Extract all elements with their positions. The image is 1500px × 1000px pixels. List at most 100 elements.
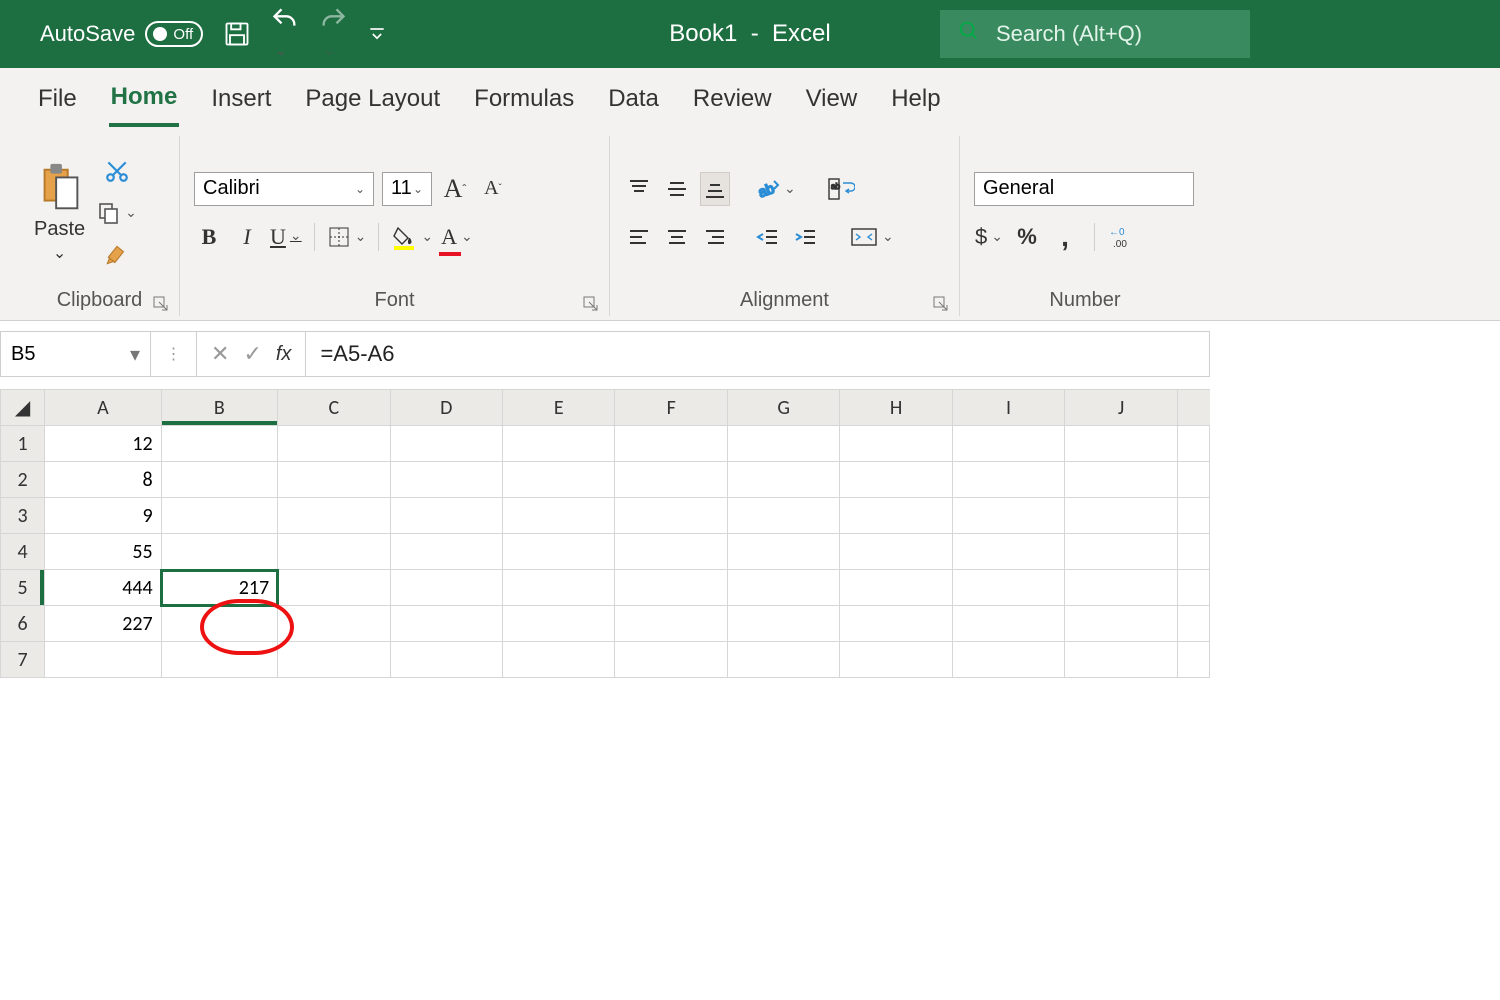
tab-file[interactable]: File	[36, 81, 79, 125]
row-header-5[interactable]: 5	[1, 570, 45, 606]
dialog-launcher-icon[interactable]	[153, 296, 171, 314]
cell-A6[interactable]: 227	[45, 606, 161, 642]
col-header-J[interactable]: J	[1065, 390, 1177, 426]
ribbon-groups: Paste ⌄ Clipboard	[0, 130, 1500, 320]
fx-divider: ⋮	[151, 332, 197, 376]
cell-A4[interactable]: 55	[45, 534, 161, 570]
app-title: Book1 - Excel	[669, 20, 830, 48]
dialog-launcher-icon[interactable]	[933, 296, 951, 314]
percent-button[interactable]: %	[1012, 220, 1042, 254]
ribbon-tabs: File Home Insert Page Layout Formulas Da…	[0, 68, 1500, 130]
row-header-7[interactable]: 7	[1, 642, 45, 678]
sheet-table[interactable]: ◢ A B C D E F G H I J 112 28 39 455 5444…	[0, 389, 1210, 678]
clipboard-side	[97, 154, 137, 272]
save-icon[interactable]	[223, 20, 251, 48]
tab-help[interactable]: Help	[889, 81, 942, 125]
doc-title: Book1	[669, 20, 737, 47]
row-header-2[interactable]: 2	[1, 462, 45, 498]
undo-button[interactable]	[271, 7, 299, 61]
col-header-F[interactable]: F	[615, 390, 727, 426]
cell-B5[interactable]: 217	[161, 570, 277, 606]
decrease-indent-button[interactable]	[752, 220, 782, 254]
formula-input[interactable]	[306, 332, 1209, 376]
cell-A2[interactable]: 8	[45, 462, 161, 498]
cell-A1[interactable]: 12	[45, 426, 161, 462]
redo-button[interactable]	[319, 7, 347, 61]
cell-B1[interactable]	[161, 426, 277, 462]
cell-A5[interactable]: 444	[45, 570, 161, 606]
align-top-button[interactable]	[624, 172, 654, 206]
orientation-button[interactable]: ab	[756, 172, 796, 206]
cell-A3[interactable]: 9	[45, 498, 161, 534]
select-all-corner[interactable]: ◢	[1, 390, 45, 426]
bold-button[interactable]: B	[194, 220, 224, 254]
wrap-text-button[interactable]: ab	[826, 172, 856, 206]
tab-review[interactable]: Review	[691, 81, 774, 125]
col-header-H[interactable]: H	[840, 390, 952, 426]
align-middle-button[interactable]	[662, 172, 692, 206]
qat-customize-icon[interactable]	[367, 24, 387, 44]
row-header-6[interactable]: 6	[1, 606, 45, 642]
enter-formula-button[interactable]: ✓	[243, 341, 261, 367]
italic-button[interactable]: I	[232, 220, 262, 254]
tab-pagelayout[interactable]: Page Layout	[303, 81, 442, 125]
name-box-value: B5	[11, 343, 35, 366]
name-box[interactable]: B5 ▾	[1, 332, 151, 376]
dialog-launcher-icon[interactable]	[583, 296, 601, 314]
paste-button[interactable]: Paste ⌄	[34, 162, 85, 263]
row-header-3[interactable]: 3	[1, 498, 45, 534]
format-painter-button[interactable]	[97, 238, 137, 272]
autosave-toggle[interactable]: AutoSave Off	[40, 21, 203, 47]
group-label-number: Number	[974, 287, 1196, 316]
col-header-D[interactable]: D	[390, 390, 502, 426]
svg-text:←0: ←0	[1109, 227, 1125, 238]
tab-data[interactable]: Data	[606, 81, 661, 125]
tab-insert[interactable]: Insert	[209, 81, 273, 125]
search-box[interactable]	[940, 10, 1250, 58]
group-label-font: Font	[194, 287, 595, 316]
font-name-combo[interactable]: Calibri ⌄	[194, 172, 374, 206]
ribbon: File Home Insert Page Layout Formulas Da…	[0, 68, 1500, 321]
svg-text:ab: ab	[831, 182, 840, 191]
align-right-button[interactable]	[700, 220, 730, 254]
autosave-switch[interactable]: Off	[145, 21, 203, 47]
font-color-button[interactable]: A	[441, 220, 473, 254]
group-number: General $ % , ←0.00 Number	[960, 136, 1210, 316]
quick-access-toolbar	[223, 7, 387, 61]
svg-text:ab: ab	[756, 179, 776, 199]
tab-home[interactable]: Home	[109, 79, 180, 127]
currency-button[interactable]: $	[974, 220, 1004, 254]
cut-button[interactable]	[97, 154, 137, 188]
merge-center-button[interactable]	[850, 220, 894, 254]
comma-style-button[interactable]: ,	[1050, 220, 1080, 254]
col-header-B[interactable]: B	[161, 390, 277, 426]
borders-button[interactable]	[327, 220, 367, 254]
grow-font-button[interactable]: Aˆ	[440, 172, 470, 206]
fill-color-button[interactable]	[391, 220, 433, 254]
font-size-combo[interactable]: 11 ⌄	[382, 172, 432, 206]
copy-button[interactable]	[97, 196, 137, 230]
underline-button[interactable]: U	[270, 220, 302, 254]
cancel-formula-button[interactable]: ✕	[211, 341, 229, 367]
row-header-4[interactable]: 4	[1, 534, 45, 570]
col-header-G[interactable]: G	[727, 390, 839, 426]
shrink-font-button[interactable]: Aˇ	[478, 172, 508, 206]
col-header-E[interactable]: E	[503, 390, 615, 426]
increase-indent-button[interactable]	[790, 220, 820, 254]
col-header-I[interactable]: I	[952, 390, 1064, 426]
col-header-C[interactable]: C	[278, 390, 390, 426]
col-header-A[interactable]: A	[45, 390, 161, 426]
number-format-combo[interactable]: General	[974, 172, 1194, 206]
tab-formulas[interactable]: Formulas	[472, 81, 576, 125]
search-input[interactable]	[996, 21, 1232, 47]
align-bottom-button[interactable]	[700, 172, 730, 206]
font-size-value: 11	[391, 177, 412, 200]
increase-decimal-button[interactable]: ←0.00	[1109, 220, 1139, 254]
align-left-button[interactable]	[624, 220, 654, 254]
col-header-overflow	[1177, 390, 1209, 426]
align-center-button[interactable]	[662, 220, 692, 254]
tab-view[interactable]: View	[804, 81, 860, 125]
insert-function-button[interactable]: fx	[276, 343, 292, 366]
formula-bar: B5 ▾ ⋮ ✕ ✓ fx	[0, 331, 1210, 377]
row-header-1[interactable]: 1	[1, 426, 45, 462]
